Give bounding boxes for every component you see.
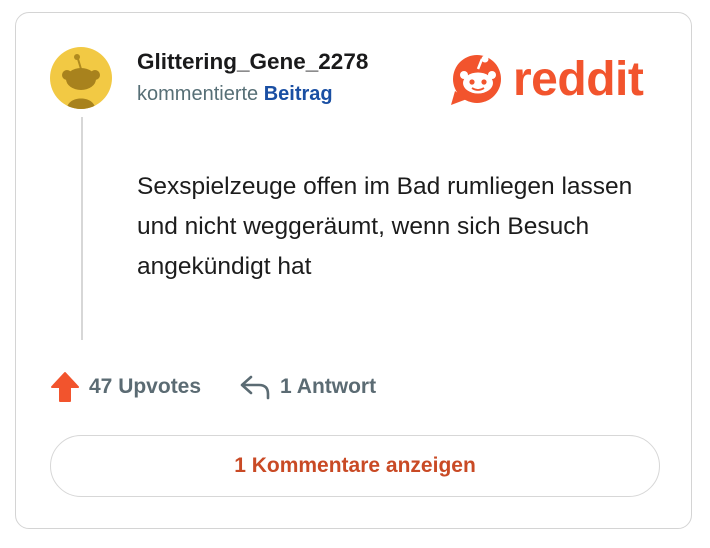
reddit-snoo-icon xyxy=(451,55,501,105)
comment-actions: 47 Upvotes 1 Antwort xyxy=(50,369,376,405)
action-text: kommentierte xyxy=(137,83,259,105)
reply-arrow-icon xyxy=(240,375,270,400)
snoo-avatar-icon xyxy=(62,54,100,109)
comment-meta: kommentierte Beitrag xyxy=(137,83,333,106)
reply-button[interactable]: 1 Antwort xyxy=(239,374,376,400)
show-comments-button[interactable]: 1 Kommentare anzeigen xyxy=(50,435,660,497)
comment-body: Sexspielzeuge offen im Bad rumliegen las… xyxy=(137,173,633,280)
reddit-logo: reddit xyxy=(449,51,644,109)
username[interactable]: Glittering_Gene_2278 xyxy=(137,49,368,75)
reply-count: 1 Antwort xyxy=(280,375,377,398)
thread-line xyxy=(81,117,83,340)
upvote-count: 47 Upvotes xyxy=(89,375,202,398)
upvote-button[interactable]: 47 Upvotes xyxy=(50,371,201,403)
post-link[interactable]: Beitrag xyxy=(264,83,333,105)
user-avatar[interactable] xyxy=(50,47,112,109)
reddit-wordmark: reddit xyxy=(513,53,644,106)
comment-card: Glittering_Gene_2278 kommentierte Beitra… xyxy=(15,12,692,529)
upvote-arrow-icon xyxy=(51,372,79,402)
